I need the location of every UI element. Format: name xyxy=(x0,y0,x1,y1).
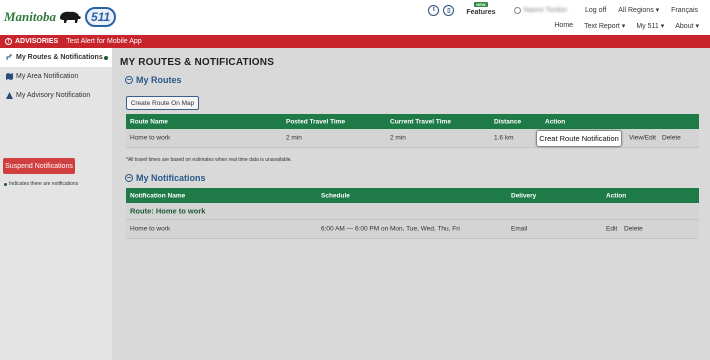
route-icon xyxy=(6,54,13,61)
page-title: MY ROUTES & NOTIFICATIONS xyxy=(120,57,275,68)
user-name: Naomi Tordon xyxy=(523,6,567,14)
edit-notification-link[interactable]: Edit xyxy=(606,226,617,233)
warning-icon xyxy=(6,92,13,99)
notification-legend: Indicates there are notifications xyxy=(4,181,78,187)
sidebar-item-my-routes[interactable]: My Routes & Notifications xyxy=(0,48,112,67)
top-utility-bar: t ▯ NEW Features Naomi Tordon Log off Al… xyxy=(428,1,710,17)
view-edit-link[interactable]: View/Edit xyxy=(629,135,656,142)
notification-dot xyxy=(4,182,7,186)
legend-text: Indicates there are notifications xyxy=(9,181,79,187)
table-row: Home to work 2 min 2 min 1.6 km Creat Ro… xyxy=(126,129,699,148)
distance: 1.6 km xyxy=(494,134,514,142)
bison-icon xyxy=(60,11,82,23)
create-route-button[interactable]: Create Route On Map xyxy=(126,96,199,110)
current-time: 2 min xyxy=(390,134,406,142)
sidebar-item-label: My Area Notification xyxy=(16,73,79,80)
my-routes-heading[interactable]: − My Routes xyxy=(125,75,182,85)
user-account[interactable]: Naomi Tordon xyxy=(513,6,567,14)
main-nav: Home Text Report ▾ My 511 ▾ About ▾ xyxy=(554,22,710,30)
511-badge: 511 xyxy=(85,7,117,27)
notification-schedule: 6:00 AM — 6:00 PM on Mon, Tue, Wed, Thu,… xyxy=(321,225,460,233)
twitter-icon[interactable]: t xyxy=(428,4,440,16)
main-content: MY ROUTES & NOTIFICATIONS − My Routes Cr… xyxy=(112,48,710,360)
nav-my511[interactable]: My 511 ▾ xyxy=(636,22,664,30)
col-distance: Distance xyxy=(494,118,522,125)
col-action: Action xyxy=(545,118,566,125)
suspend-notifications-button[interactable]: Suspend Notifications xyxy=(3,158,75,174)
mobile-app-icon[interactable]: ▯ xyxy=(443,4,455,16)
col-action: Action xyxy=(606,192,627,199)
language-link[interactable]: Français xyxy=(671,7,698,14)
sidebar-item-label: My Advisory Notification xyxy=(16,92,91,99)
advisories-title: ADVISORIES xyxy=(15,38,59,45)
col-schedule: Schedule xyxy=(321,192,350,199)
col-delivery: Delivery xyxy=(511,192,537,199)
features-link[interactable]: NEW Features xyxy=(466,1,496,16)
sidebar-item-advisory-notification[interactable]: My Advisory Notification xyxy=(0,86,112,105)
col-current-time: Current Travel Time xyxy=(390,118,451,125)
advisories-bar[interactable]: ! ADVISORIES Test Alert for Mobile App xyxy=(0,35,710,48)
route-group-row: Route: Home to work xyxy=(126,203,699,220)
notification-delivery: Email xyxy=(511,225,528,233)
nav-home[interactable]: Home xyxy=(554,22,573,30)
section-title-text: My Routes xyxy=(136,75,182,85)
col-posted-time: Posted Travel Time xyxy=(286,118,346,125)
routes-table-header: Route Name Posted Travel Time Current Tr… xyxy=(126,114,699,129)
site-header: Manitoba 511 t ▯ NEW Features Naomi Tord… xyxy=(0,0,710,35)
logoff-link[interactable]: Log off xyxy=(585,7,606,14)
map-icon xyxy=(6,73,13,80)
travel-time-footnote: *All travel times are based on estimates… xyxy=(126,157,292,163)
advisory-message[interactable]: Test Alert for Mobile App xyxy=(66,38,141,45)
collapse-icon[interactable]: − xyxy=(125,76,133,84)
section-title-text: My Notifications xyxy=(136,173,206,183)
alert-icon: ! xyxy=(5,38,12,45)
logo-text: Manitoba xyxy=(4,9,57,24)
notifications-table-header: Notification Name Schedule Delivery Acti… xyxy=(126,188,699,203)
sidebar-item-area-notification[interactable]: My Area Notification xyxy=(0,67,112,86)
user-icon xyxy=(513,6,521,14)
posted-time: 2 min xyxy=(286,134,302,142)
manitoba-511-logo[interactable]: Manitoba 511 xyxy=(4,4,117,30)
notification-dot xyxy=(104,55,108,60)
table-row: Home to work 6:00 AM — 6:00 PM on Mon, T… xyxy=(126,220,699,239)
notifications-table: Notification Name Schedule Delivery Acti… xyxy=(126,188,699,239)
notification-name: Home to work xyxy=(130,225,171,233)
route-group-label: Route: Home to work xyxy=(130,206,206,216)
nav-about[interactable]: About ▾ xyxy=(675,22,699,30)
sidebar: My Routes & Notifications My Area Notifi… xyxy=(0,48,112,360)
nav-text-report[interactable]: Text Report ▾ xyxy=(584,22,625,30)
my-notifications-heading[interactable]: − My Notifications xyxy=(125,173,206,183)
regions-dropdown[interactable]: All Regions ▾ xyxy=(618,6,659,14)
create-route-notification-button[interactable]: Creat Route Notification xyxy=(536,130,622,147)
col-route-name: Route Name xyxy=(130,118,168,125)
new-badge: NEW xyxy=(474,1,488,7)
col-notification-name: Notification Name xyxy=(130,192,186,199)
routes-table: Route Name Posted Travel Time Current Tr… xyxy=(126,114,699,148)
collapse-icon[interactable]: − xyxy=(125,174,133,182)
delete-notification-link[interactable]: Delete xyxy=(624,226,643,233)
delete-route-link[interactable]: Delete xyxy=(662,135,681,142)
route-name: Home to work xyxy=(130,134,171,142)
sidebar-item-label: My Routes & Notifications xyxy=(16,54,103,61)
features-label: Features xyxy=(466,8,496,16)
